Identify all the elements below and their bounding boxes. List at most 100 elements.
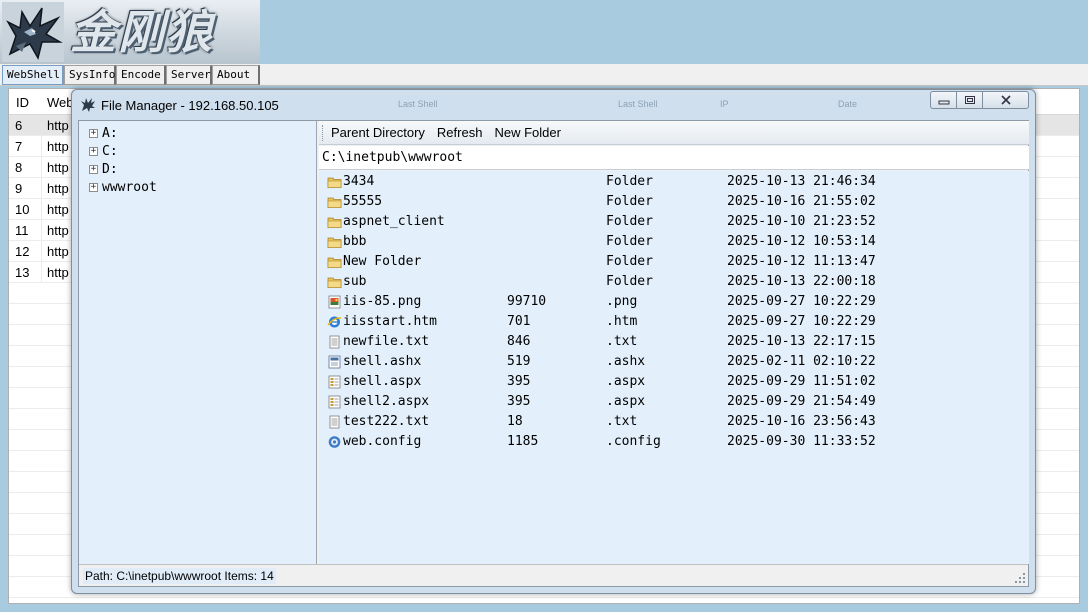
file-type: .txt: [606, 414, 638, 429]
ghost-header: IP: [720, 99, 729, 109]
file-name: iisstart.htm: [343, 314, 437, 329]
text-file-icon: [327, 335, 342, 349]
tree-item-a[interactable]: + A:: [89, 124, 118, 142]
file-row[interactable]: shell.aspx 395 .aspx 2025-09-29 11:51:02: [319, 372, 1029, 392]
file-date: 2025-02-11 02:10:22: [727, 354, 876, 369]
row-url: http: [47, 139, 69, 154]
file-date: 2025-10-12 10:53:14: [727, 234, 876, 249]
file-row[interactable]: newfile.txt 846 .txt 2025-10-13 22:17:15: [319, 332, 1029, 352]
file-size: 395: [507, 374, 531, 389]
row-id: 6: [15, 118, 23, 133]
tab-server[interactable]: Server: [166, 65, 212, 85]
close-button[interactable]: [983, 91, 1029, 109]
ghost-header: Date: [838, 99, 858, 109]
refresh-button[interactable]: Refresh: [437, 125, 483, 140]
file-type: Folder: [606, 234, 653, 249]
row-url: http: [47, 223, 69, 238]
file-row[interactable]: iis-85.png 99710 .png 2025-09-27 10:22:29: [319, 292, 1029, 312]
file-row[interactable]: shell.ashx 519 .ashx 2025-02-11 02:10:22: [319, 352, 1029, 372]
row-id: 12: [15, 244, 30, 259]
file-type: .ashx: [606, 354, 646, 369]
app-banner: 金刚狼: [0, 0, 1088, 64]
tab-encode[interactable]: Encode: [116, 65, 166, 85]
handler-file-icon: [327, 355, 342, 369]
status-text: Path: C:\inetpub\wwwroot Items: 14: [83, 568, 276, 584]
file-manager-body: + A: + C: + D: + wwwroot Parent Director…: [78, 120, 1029, 587]
file-row[interactable]: test222.txt 18 .txt 2025-10-16 23:56:43: [319, 412, 1029, 432]
row-id: 8: [15, 160, 23, 175]
file-name: 55555: [343, 194, 383, 209]
file-row[interactable]: sub Folder 2025-10-13 22:00:18: [319, 272, 1029, 292]
file-type: .txt: [606, 334, 638, 349]
expand-icon[interactable]: +: [89, 182, 98, 192]
wolf-logo-icon: [2, 2, 64, 62]
row-id: 10: [15, 202, 30, 217]
file-row[interactable]: New Folder Folder 2025-10-12 11:13:47: [319, 252, 1029, 272]
tab-webshell[interactable]: WebShell: [2, 65, 64, 85]
drive-tree: + A: + C: + D: + wwwroot: [79, 121, 317, 564]
file-pane: Parent Directory Refresh New Folder C:\i…: [319, 121, 1029, 564]
file-size: 395: [507, 394, 531, 409]
parent-directory-button[interactable]: Parent Directory: [331, 125, 425, 140]
restore-button[interactable]: [957, 91, 983, 109]
tab-about[interactable]: About: [212, 65, 260, 85]
expand-icon[interactable]: +: [89, 128, 98, 138]
file-name: iis-85.png: [343, 294, 422, 309]
file-type: .aspx: [606, 394, 646, 409]
path-input[interactable]: C:\inetpub\wwwroot: [319, 146, 1029, 170]
file-name: 3434: [343, 174, 375, 189]
file-toolbar: Parent Directory Refresh New Folder: [319, 121, 1029, 145]
column-header-id[interactable]: ID: [16, 95, 29, 110]
file-date: 2025-10-13 21:46:34: [727, 174, 876, 189]
file-type: Folder: [606, 254, 653, 269]
tree-item-label: C:: [102, 143, 118, 159]
file-name: bbb: [343, 234, 367, 249]
window-controls: [930, 91, 1029, 110]
file-row[interactable]: 3434 Folder 2025-10-13 21:46:34: [319, 172, 1029, 192]
tree-item-d[interactable]: + D:: [89, 160, 118, 178]
aspx-file-icon: [327, 375, 342, 389]
row-url: http: [47, 265, 69, 280]
file-type: Folder: [606, 214, 653, 229]
resize-grip-icon[interactable]: [1014, 572, 1026, 584]
minimize-button[interactable]: [930, 91, 957, 109]
config-file-icon: [327, 435, 342, 449]
ie-file-icon: [327, 315, 342, 329]
row-id: 9: [15, 181, 23, 196]
window-title: File Manager - 192.168.50.105: [101, 97, 279, 113]
file-name: New Folder: [343, 254, 422, 269]
file-name: newfile.txt: [343, 334, 430, 349]
file-row[interactable]: 55555 Folder 2025-10-16 21:55:02: [319, 192, 1029, 212]
main-tabs: WebShell SysInfo Encode Server About: [0, 64, 1088, 86]
row-url: http: [47, 160, 69, 175]
row-url: http: [47, 202, 69, 217]
tab-sysinfo[interactable]: SysInfo: [64, 65, 116, 85]
expand-icon[interactable]: +: [89, 146, 98, 156]
file-row[interactable]: bbb Folder 2025-10-12 10:53:14: [319, 232, 1029, 252]
tree-item-c[interactable]: + C:: [89, 142, 118, 160]
file-row[interactable]: web.config 1185 .config 2025-09-30 11:33:52: [319, 432, 1029, 452]
window-titlebar[interactable]: File Manager - 192.168.50.105: [80, 95, 279, 115]
expand-icon[interactable]: +: [89, 164, 98, 174]
folder-icon: [327, 215, 342, 229]
row-url: http: [47, 244, 69, 259]
folder-icon: [327, 275, 342, 289]
image-file-icon: [327, 295, 342, 309]
folder-icon: [327, 195, 342, 209]
file-row[interactable]: iisstart.htm 701 .htm 2025-09-27 10:22:29: [319, 312, 1029, 332]
file-type: .config: [606, 434, 661, 449]
file-row[interactable]: shell2.aspx 395 .aspx 2025-09-29 21:54:49: [319, 392, 1029, 412]
file-name: test222.txt: [343, 414, 430, 429]
file-type: .png: [606, 294, 638, 309]
file-name: shell.ashx: [343, 354, 422, 369]
toolbar-grip[interactable]: [322, 124, 325, 141]
file-size: 99710: [507, 294, 547, 309]
column-header-web[interactable]: Web: [47, 95, 74, 110]
file-size: 846: [507, 334, 531, 349]
tree-item-wwwroot[interactable]: + wwwroot: [89, 178, 157, 196]
close-icon: [1000, 95, 1011, 105]
row-id: 13: [15, 265, 30, 280]
file-name: web.config: [343, 434, 422, 449]
new-folder-button[interactable]: New Folder: [494, 125, 560, 140]
file-row[interactable]: aspnet_client Folder 2025-10-10 21:23:52: [319, 212, 1029, 232]
